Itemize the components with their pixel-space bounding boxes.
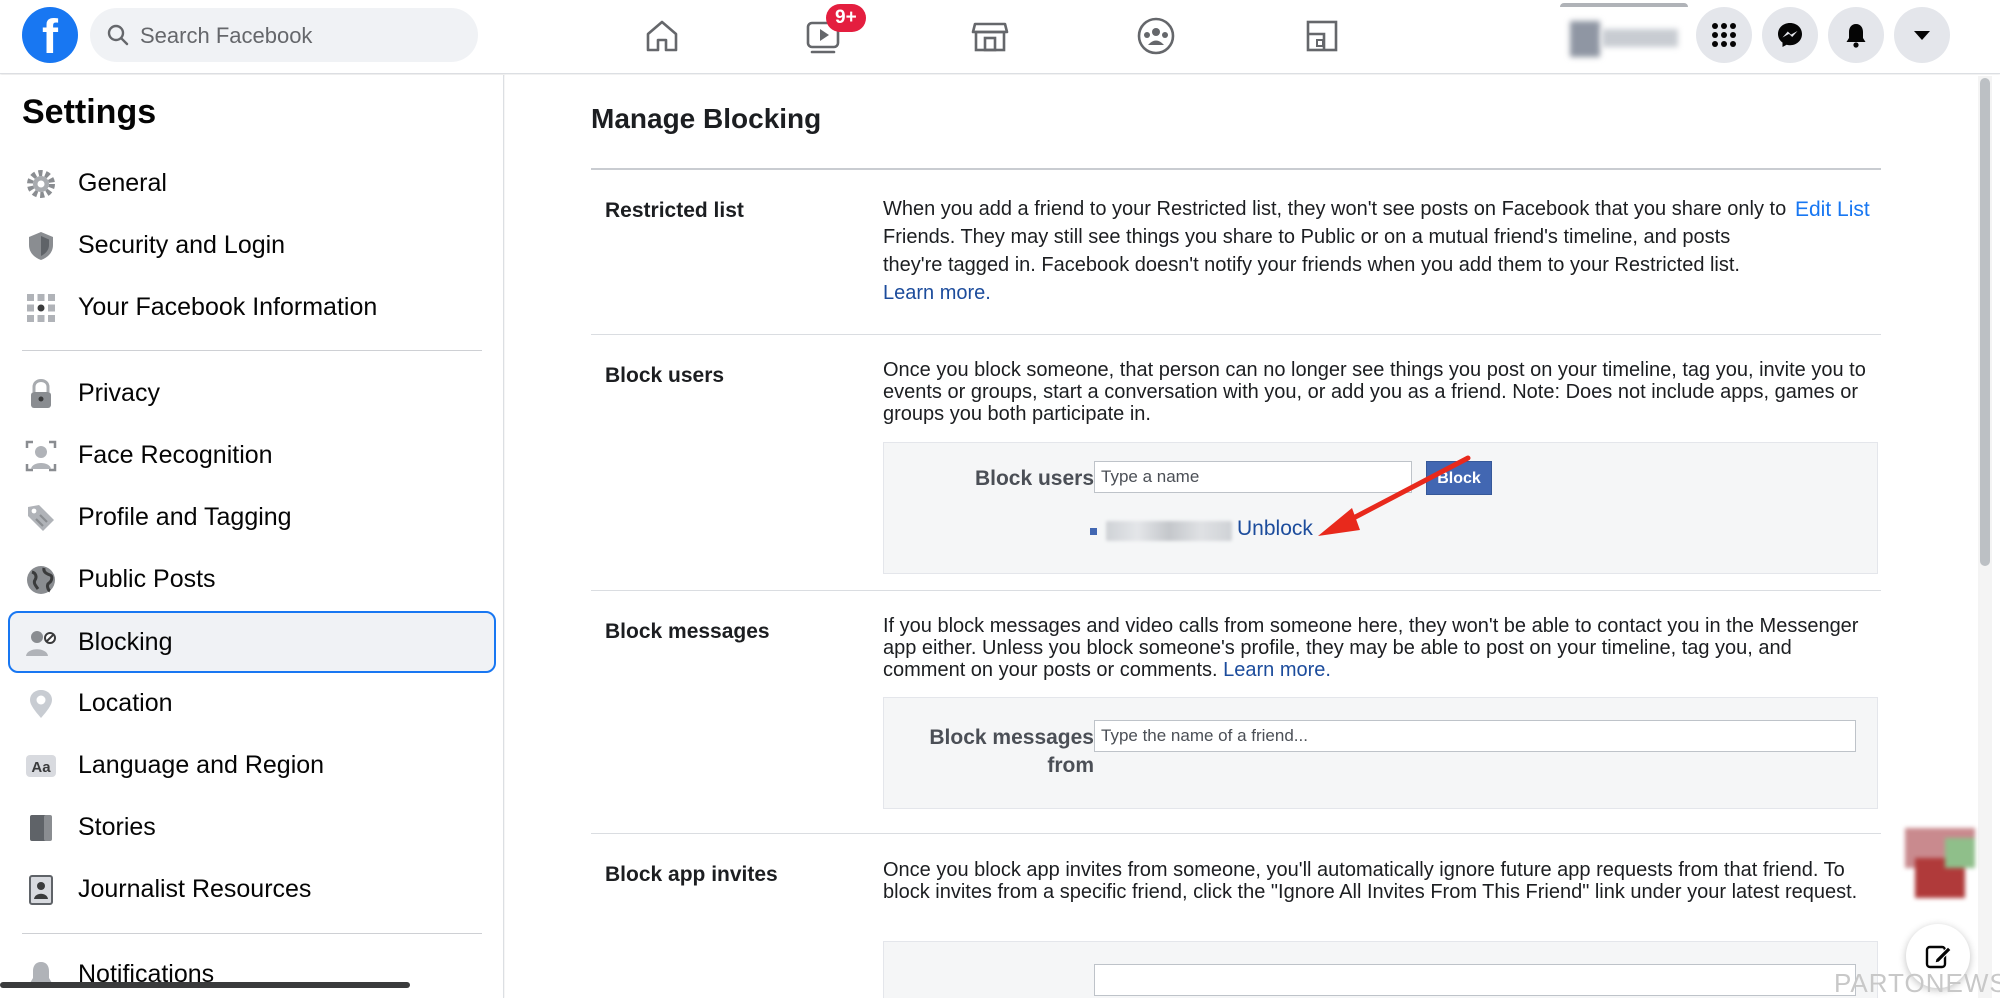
sidebar-item-label: Stories — [78, 813, 156, 841]
notifications-bell-icon — [1846, 24, 1866, 48]
id-card-icon — [29, 875, 53, 905]
lock-icon — [31, 378, 51, 408]
blocked-user-name — [1106, 521, 1232, 541]
language-aa-icon: Aa — [26, 755, 56, 777]
block-users-field-label: Block users — [974, 467, 1094, 490]
sidebar-title: Settings — [22, 93, 157, 131]
block-users-description: Once you block someone, that person can … — [883, 359, 1866, 425]
sidebar-item-label: Face Recognition — [78, 441, 273, 469]
block-messages-learn-more-link[interactable]: Learn more. — [1223, 659, 1331, 681]
block-users-section-label: Block users — [605, 364, 725, 387]
face-icon — [25, 440, 57, 472]
search-icon — [107, 24, 129, 46]
sidebar-item-privacy[interactable]: Privacy — [8, 362, 496, 424]
sidebar-item-label: Privacy — [78, 379, 160, 407]
compose-icon — [1925, 945, 1952, 969]
title-divider — [591, 168, 1881, 170]
menu-grid-icon — [1712, 23, 1736, 47]
messenger-button[interactable] — [1762, 7, 1818, 63]
sidebar-item-label: Journalist Resources — [78, 875, 312, 903]
block-messages-description: If you block messages and video calls fr… — [883, 615, 1873, 681]
sidebar-item-journalist-resources[interactable]: Journalist Resources — [8, 858, 496, 920]
sidebar-item-label: Security and Login — [78, 231, 286, 259]
block-messages-label-line1: Block messages — [929, 726, 1094, 749]
block-messages-input[interactable]: Type the name of a friend... — [1094, 720, 1856, 752]
contact-thumbnail[interactable] — [1905, 828, 1975, 910]
facebook-settings-page: f Search Facebook 9+ Settings General Se… — [0, 0, 2000, 998]
section-divider — [591, 334, 1881, 335]
profile-shortcut[interactable] — [1560, 3, 1688, 67]
sidebar-item-label: Public Posts — [78, 565, 216, 593]
section-divider — [591, 590, 1881, 591]
sidebar-item-language-and-region[interactable]: Aa Language and Region — [8, 734, 496, 796]
sidebar-item-face-recognition[interactable]: Face Recognition — [8, 424, 496, 486]
groups-icon[interactable] — [1134, 14, 1178, 58]
search-box[interactable]: Search Facebook — [90, 8, 478, 62]
search-input[interactable]: Search Facebook — [140, 23, 312, 49]
sidebar-divider — [22, 933, 482, 934]
sidebar-item-profile-and-tagging[interactable]: Profile and Tagging — [8, 486, 496, 548]
block-app-invites-panel — [883, 941, 1878, 998]
blocked-user-bullet — [1090, 528, 1097, 535]
edit-list-link[interactable]: Edit List — [1795, 198, 1870, 222]
vertical-scrollbar[interactable] — [1978, 76, 1992, 998]
block-app-invites-description: Once you block app invites from someone,… — [883, 859, 1858, 903]
sidebar-item-your-facebook-information[interactable]: Your Facebook Information — [8, 276, 496, 338]
top-navigation-bar: f Search Facebook 9+ — [0, 0, 2000, 74]
marketplace-icon[interactable] — [968, 14, 1012, 58]
sidebar-item-label: Language and Region — [78, 751, 325, 779]
block-messages-section-label: Block messages — [605, 620, 770, 643]
block-messages-label-line2: from — [1047, 754, 1094, 777]
block-messages-panel: Block messages from Type the name of a f… — [883, 697, 1878, 809]
book-icon — [30, 815, 52, 841]
sidebar-item-label: Your Facebook Information — [78, 293, 378, 321]
facebook-logo-letter: f — [42, 11, 58, 63]
sidebar-item-label: Blocking — [78, 628, 173, 656]
sidebar-item-security-and-login[interactable]: Security and Login — [8, 214, 496, 276]
sidebar-divider — [22, 350, 482, 351]
grid-dots-icon — [27, 294, 55, 322]
sidebar-item-location[interactable]: Location — [8, 672, 496, 734]
page-title: Manage Blocking — [591, 103, 822, 134]
account-button[interactable] — [1894, 7, 1950, 63]
menu-button[interactable] — [1696, 7, 1752, 63]
sidebar-item-label: Location — [78, 689, 173, 717]
sidebar-item-stories[interactable]: Stories — [8, 796, 496, 858]
sidebar-item-public-posts[interactable]: Public Posts — [8, 548, 496, 610]
restricted-learn-more-link[interactable]: Learn more. — [883, 282, 991, 304]
block-person-icon — [26, 631, 56, 656]
restricted-list-text: When you add a friend to your Restricted… — [883, 198, 1787, 276]
section-divider — [591, 833, 1881, 834]
block-app-invites-input[interactable] — [1094, 964, 1856, 996]
sidebar-item-label: General — [78, 169, 167, 197]
messenger-icon — [1778, 23, 1802, 47]
gaming-icon[interactable] — [1300, 14, 1344, 58]
svg-text:Aa: Aa — [31, 759, 51, 776]
sidebar-item-notifications[interactable]: Notifications — [8, 943, 496, 998]
location-pin-icon — [30, 690, 52, 718]
home-icon[interactable] — [640, 14, 684, 58]
restricted-list-description: When you add a friend to your Restricted… — [883, 195, 1788, 307]
sidebar-item-label: Profile and Tagging — [78, 503, 292, 531]
sidebar-item-blocking[interactable]: Blocking — [8, 611, 496, 673]
tag-icon — [28, 505, 54, 531]
block-messages-text: If you block messages and video calls fr… — [883, 615, 1859, 681]
settings-sidebar: Settings General Security and Login Your… — [0, 75, 504, 998]
scrollbar-thumb[interactable] — [1980, 78, 1990, 566]
globe-icon — [27, 566, 55, 594]
block-app-invites-section-label: Block app invites — [605, 863, 778, 886]
settings-main-panel: Manage Blocking Restricted list When you… — [505, 75, 2000, 998]
facebook-logo[interactable]: f — [22, 7, 78, 63]
shield-icon — [29, 232, 53, 260]
account-caret-icon — [1914, 31, 1930, 40]
horizontal-scrollbar[interactable] — [0, 982, 410, 988]
block-messages-field-label: Block messages from — [904, 724, 1094, 780]
gear-icon — [27, 170, 55, 198]
restricted-list-label: Restricted list — [605, 199, 744, 222]
sidebar-item-general[interactable]: General — [8, 152, 496, 214]
notifications-button[interactable] — [1828, 7, 1884, 63]
annotation-arrow — [1318, 455, 1471, 536]
watermark: PARTONEWS.IR — [1834, 968, 2000, 998]
watch-notification-badge: 9+ — [826, 4, 866, 32]
